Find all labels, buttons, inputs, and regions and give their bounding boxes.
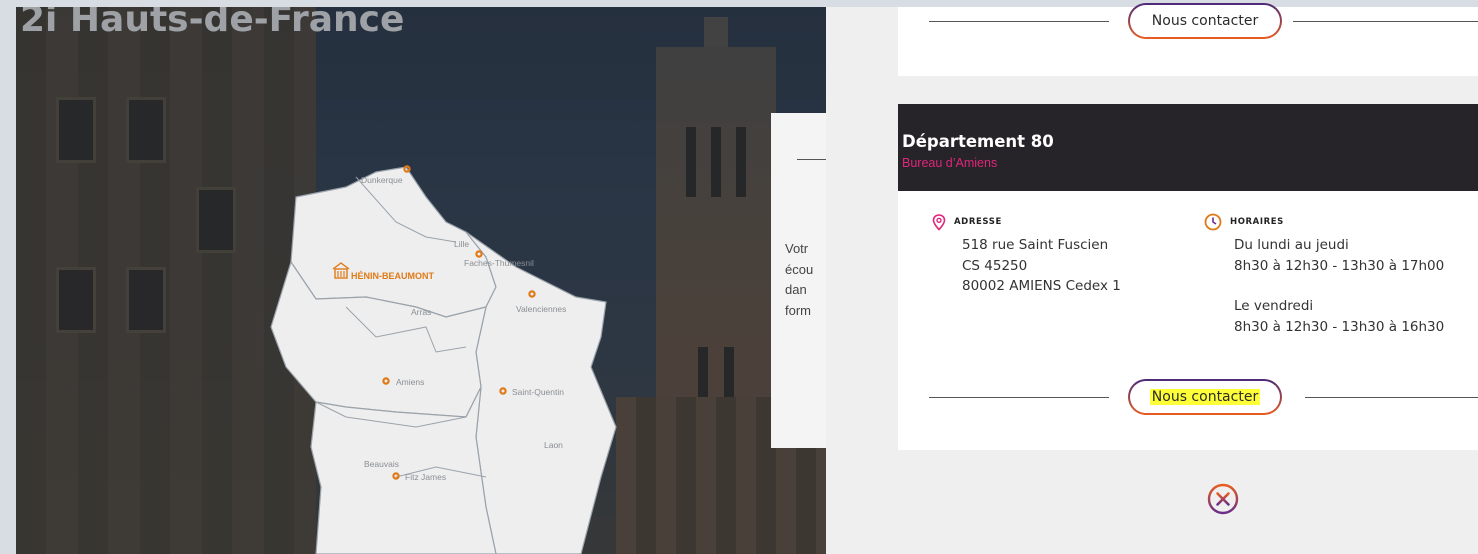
map-city-label: Amiens — [396, 377, 424, 387]
divider-left — [929, 21, 1109, 22]
map-city-label: Lille — [454, 239, 469, 249]
hero-banner: 2i Hauts-de-France Dunkerque Lille Fache… — [16, 7, 826, 554]
hero-info-text: Votr écou dan form — [785, 241, 814, 318]
contact-card-previous: Nous contacter — [898, 5, 1478, 76]
hours-label: HORAIRES — [1230, 217, 1284, 227]
map-region-oise — [310, 386, 497, 554]
contact-card-dept80: Département 80 Bureau d’Amiens ADRESSE 5… — [898, 104, 1478, 450]
map-city-label: Arras — [411, 307, 431, 317]
divider-right — [1293, 21, 1478, 22]
card-header: Département 80 Bureau d’Amiens — [898, 104, 1478, 191]
hero-info-card: Votr écou dan form — [771, 113, 826, 448]
contact-panel: Nous contacter Département 80 Bureau d’A… — [826, 5, 1478, 554]
map-city-label: Dunkerque — [361, 175, 403, 185]
dept-subtitle: Bureau d’Amiens — [902, 156, 998, 170]
map-city-label: Saint-Quentin — [512, 387, 564, 397]
address-line: 80002 AMIENS Cedex 1 — [962, 278, 1121, 294]
address-line: 518 rue Saint Fuscien — [962, 237, 1109, 253]
region-map: Dunkerque Lille Faches-Thumesnil Arras V… — [270, 165, 617, 554]
map-city-label: Fitz James — [405, 472, 446, 482]
location-pin-icon — [932, 213, 946, 231]
address-line: CS 45250 — [962, 257, 1028, 274]
hours-days: Du lundi au jeudi — [1234, 237, 1349, 253]
map-city-label: Valenciennes — [516, 304, 566, 314]
contact-button-label: Nous contacter — [1149, 389, 1261, 405]
divider-right — [1305, 397, 1478, 398]
contact-button-label: Nous contacter — [1151, 13, 1259, 29]
contact-button-dept80[interactable]: Nous contacter — [1128, 379, 1282, 415]
map-city-label: Beauvais — [364, 459, 399, 469]
hours-days: Le vendredi — [1234, 298, 1314, 314]
contact-button[interactable]: Nous contacter — [1128, 3, 1282, 39]
divider-left — [929, 397, 1109, 398]
address-label: ADRESSE — [954, 217, 1002, 227]
dept-title: Département 80 — [902, 132, 1054, 151]
map-main-city: HÉNIN-BEAUMONT — [351, 271, 434, 281]
map-city-label: Laon — [544, 440, 563, 450]
hours-block: HORAIRES Du lundi au jeudi 8h30 à 12h30 … — [1204, 213, 1445, 337]
clock-icon — [1204, 213, 1222, 231]
close-circle-icon[interactable] — [1206, 482, 1240, 516]
hours-time: 8h30 à 12h30 - 13h30 à 16h30 — [1234, 318, 1445, 335]
hours-time: 8h30 à 12h30 - 13h30 à 17h00 — [1234, 257, 1445, 274]
address-block: ADRESSE 518 rue Saint Fuscien CS 45250 8… — [932, 213, 1121, 297]
map-city-label: Faches-Thumesnil — [464, 258, 534, 268]
